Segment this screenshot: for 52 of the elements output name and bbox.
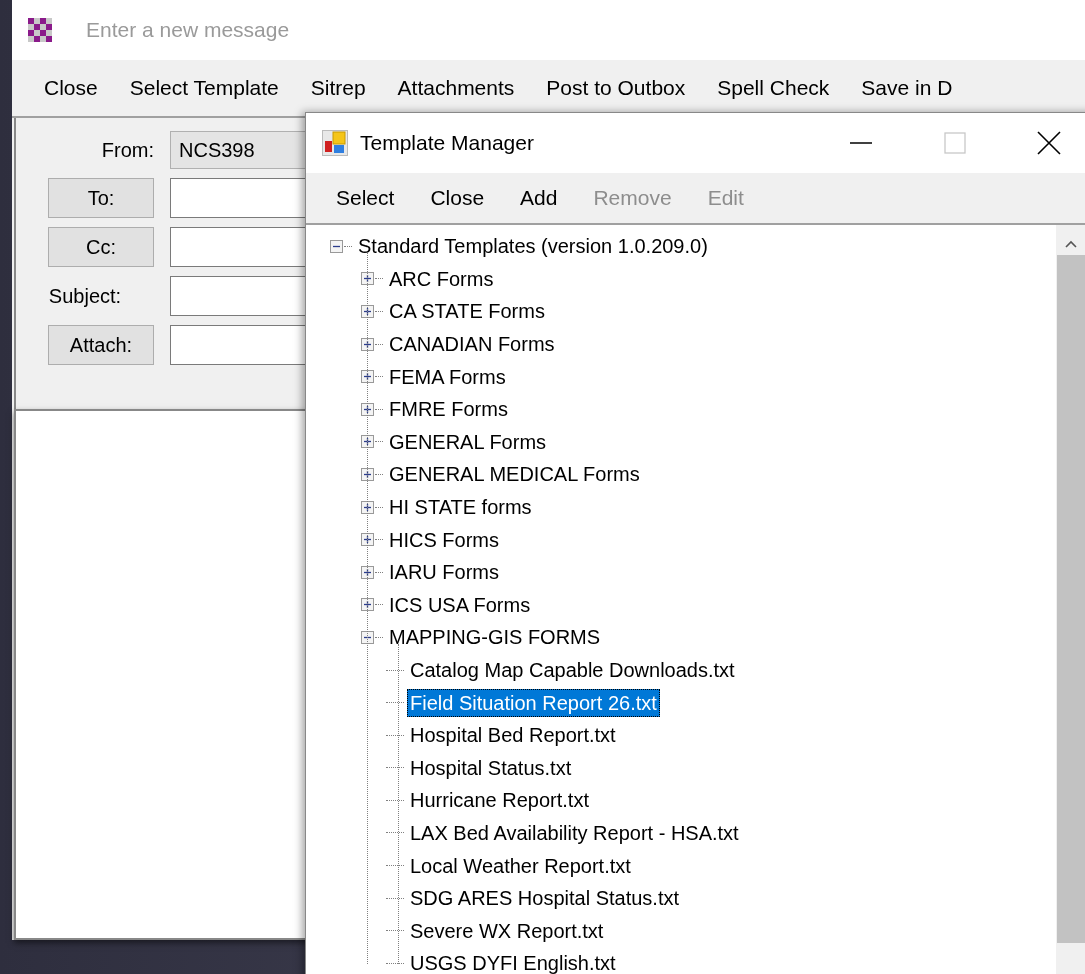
tree-item[interactable]: Local Weather Report.txt <box>407 851 634 880</box>
expand-icon[interactable] <box>361 598 374 612</box>
address-button[interactable]: Attach: <box>48 325 154 365</box>
tree-item[interactable]: ARC Forms <box>386 264 497 293</box>
tree-item[interactable]: IARU Forms <box>386 558 502 587</box>
window-title: Template Manager <box>360 131 535 155</box>
tree-item[interactable]: Hospital Status.txt <box>407 753 575 782</box>
tree-item[interactable]: LAX Bed Availability Report - HSA.txt <box>407 819 742 847</box>
tree-item[interactable]: CA STATE Forms <box>386 297 548 326</box>
tree-item[interactable]: Severe WX Report.txt <box>407 916 607 945</box>
tree-item[interactable]: ICS USA Forms <box>386 590 534 619</box>
toolbar-button[interactable]: Add <box>502 182 576 214</box>
expand-icon[interactable] <box>361 467 374 481</box>
expand-icon[interactable] <box>361 272 374 286</box>
menu-item[interactable]: Spell Check <box>701 72 846 104</box>
menu-item[interactable]: Save in D <box>845 72 969 104</box>
menu-item[interactable]: Attachments <box>381 72 531 104</box>
app-icon <box>322 130 348 156</box>
menu-item[interactable]: Post to Outbox <box>530 72 702 104</box>
toolbar-button[interactable]: Select <box>318 182 413 214</box>
expand-icon[interactable] <box>361 370 374 384</box>
scroll-up-icon[interactable] <box>1064 239 1078 249</box>
tree-item[interactable]: GENERAL Forms <box>386 427 550 456</box>
tree-item[interactable]: Hurricane Report.txt <box>407 786 592 815</box>
field-label: From: <box>101 138 154 162</box>
tree-item[interactable]: MAPPING-GIS FORMS <box>386 623 604 652</box>
tree-item[interactable]: Field Situation Report 26.txt <box>407 688 660 717</box>
tree-item[interactable]: Standard Templates (version 1.0.209.0) <box>355 232 711 261</box>
tree-item[interactable]: USGS DYFI English.txt <box>407 949 619 974</box>
address-button[interactable]: To: <box>48 178 154 218</box>
minimize-icon[interactable] <box>850 141 872 145</box>
address-button[interactable]: Cc: <box>48 227 154 267</box>
expand-icon[interactable] <box>361 337 374 351</box>
toolbar-button[interactable]: Close <box>412 182 503 214</box>
tree-item[interactable]: CANADIAN Forms <box>386 330 558 359</box>
expand-icon[interactable] <box>361 565 374 579</box>
tree-item[interactable]: Catalog Map Capable Downloads.txt <box>407 656 738 684</box>
tree-item[interactable]: GENERAL MEDICAL Forms <box>386 460 643 489</box>
tree-item[interactable]: FEMA Forms <box>386 362 509 391</box>
tree-item[interactable]: HI STATE forms <box>386 493 535 522</box>
field-label: Subject: <box>48 284 122 308</box>
collapse-icon[interactable] <box>330 239 343 253</box>
tree-item[interactable]: Hospital Bed Report.txt <box>407 721 619 750</box>
close-icon[interactable] <box>1037 131 1061 155</box>
window-title: Enter a new message <box>86 18 290 42</box>
menu-item[interactable]: Select Template <box>113 72 295 104</box>
tree-item[interactable]: HICS Forms <box>386 525 502 554</box>
tree-item[interactable]: SDG ARES Hospital Status.txt <box>407 884 682 913</box>
checkered-app-icon <box>28 18 52 42</box>
menu-item[interactable]: Sitrep <box>294 72 382 104</box>
tree-item[interactable]: FMRE Forms <box>386 395 511 424</box>
menu-item[interactable]: Close <box>28 72 114 104</box>
